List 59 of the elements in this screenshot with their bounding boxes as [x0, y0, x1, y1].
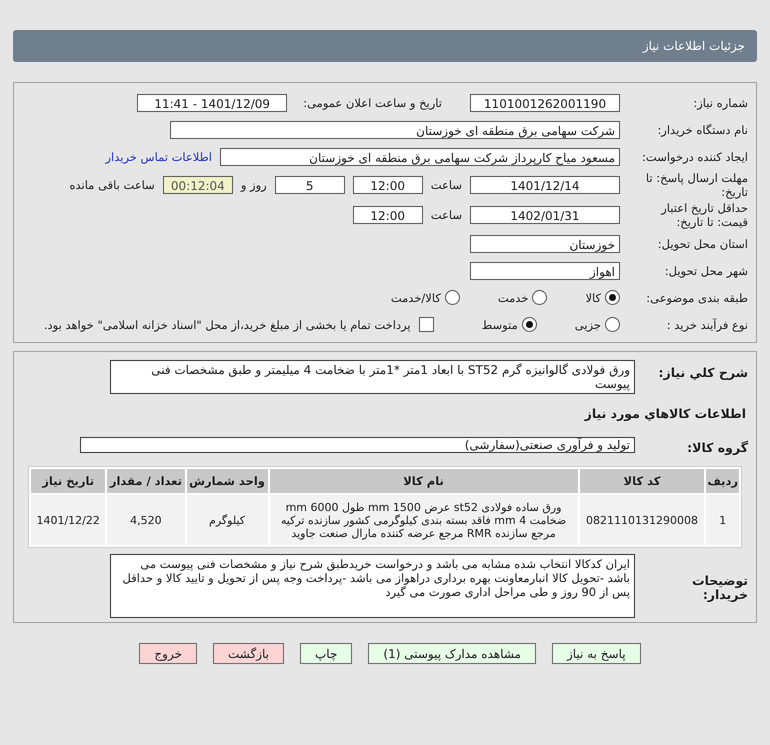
- action-button[interactable]: پاسخ به نیاز: [552, 643, 641, 664]
- time-label: ساعت: [430, 208, 462, 222]
- remaining-time-field: 00:12:04: [162, 176, 233, 194]
- field-label: گروه کالا:: [686, 438, 748, 454]
- buyer-field: شرکت سهامی برق منطقه ای خوزستان: [170, 120, 620, 138]
- field-label: شهر محل تحویل:: [664, 264, 748, 278]
- action-button[interactable]: مشاهده مدارک پیوستی (1): [368, 643, 536, 664]
- column-header: واحد شمارش: [186, 469, 268, 493]
- payment-checkbox[interactable]: [418, 317, 434, 332]
- deadline-date-field: 1401/12/14: [470, 176, 620, 194]
- category-radio[interactable]: کالا: [585, 290, 620, 305]
- field-label: مهلت ارسال پاسخ: تا تاریخ:: [644, 171, 748, 199]
- creator-field: مسعود میاح کارپرداز شرکت سهامی برق منطقه ای خوزستان: [220, 148, 620, 166]
- remaining-label: ساعت باقی مانده: [70, 178, 155, 192]
- field-label: حداقل تاریخ اعتبار قیمت: تا تاریخ:: [660, 201, 748, 229]
- deadline-time-field: 12:00: [352, 176, 423, 194]
- field-label: استان محل تحویل:: [656, 236, 748, 250]
- field-label: طبقه بندی موضوعی:: [645, 290, 748, 304]
- need-number-field: 1101001262001190: [470, 94, 620, 112]
- page-title: جزئیات اطلاعات نیاز: [642, 39, 745, 53]
- purchase-type-radio[interactable]: جزیی: [574, 317, 620, 332]
- table-cell: 0821110131290008: [580, 495, 704, 545]
- field-label: شماره نیاز:: [692, 96, 748, 110]
- province-field: خوزستان: [470, 234, 620, 252]
- column-header: نام کالا: [270, 469, 578, 493]
- table-cell: 4,520: [107, 495, 184, 545]
- column-header: ردیف: [706, 469, 739, 493]
- column-header: تعداد / مقدار: [107, 469, 184, 493]
- time-label: ساعت: [430, 178, 462, 192]
- payment-label: پرداخت تمام یا بخشی از مبلغ خرید،از محل "اسناد خزانه اسلامی" خواهد بود.: [44, 318, 411, 332]
- action-button[interactable]: بازگشت: [213, 643, 284, 664]
- column-header: تاریخ نیاز: [31, 469, 106, 493]
- field-label: تاریخ و ساعت اعلان عمومی:: [303, 96, 442, 110]
- buyer-notes-box: ایران کدکالا انتخاب شده مشابه می باشد و درخواست خریدطبق شرح نیاز و مشخصات فنی پیوست می باشد -تحویل کالا انبارمعاونت بهره برداری دراهواز می باشد -پرداخت وجه پس از تحویل و تایید کالا و حداقل پس از 90 روز و طی مراحل اداری صورت می گیرد: [110, 554, 635, 618]
- column-header: کد کالا: [580, 469, 704, 493]
- field-label: نام دستگاه خریدار:: [656, 122, 748, 136]
- validity-time-field: 12:00: [352, 206, 423, 224]
- table-cell: 1401/12/22: [31, 495, 106, 545]
- action-button[interactable]: چاپ: [300, 643, 352, 664]
- buyer-contact-link[interactable]: اطلاعات تماس خریدار: [105, 150, 212, 164]
- category-radio[interactable]: خدمت: [498, 290, 548, 305]
- action-button[interactable]: خروج: [139, 643, 197, 664]
- section-heading: اطلاعات كالاهاي مورد نياز: [583, 405, 747, 423]
- table-cell: کیلوگرم: [186, 495, 268, 545]
- goods-group-field: تولید و فرآوری صنعتی(سفارشی): [80, 436, 635, 452]
- table-cell: ورق ساده فولادی st52 عرض 1500 mm طول 6000 mm ضخامت 4 mm فاقد بسته بندی کیلوگرمی کشور سازنده ترکیه مرجع سازنده RMR مرجع عرضه کننده مارال صنعت جاوید: [270, 495, 578, 545]
- table-cell: 1: [706, 495, 739, 545]
- announce-date-field: 1401/12/09 - 11:41: [137, 94, 288, 112]
- field-label: ایجاد کننده درخواست:: [641, 150, 748, 164]
- days-label: روز و: [240, 178, 267, 192]
- field-label: شرح کلي نياز:: [658, 364, 748, 380]
- field-label: نوع فرآیند خرید :: [666, 318, 748, 332]
- city-field: اهواز: [470, 262, 620, 280]
- purchase-type-radio[interactable]: متوسط: [482, 317, 537, 332]
- validity-date-field: 1402/01/31: [470, 206, 620, 224]
- days-field: 5: [274, 176, 345, 194]
- summary-box: ورق فولادی گالوانیزه گرم ST52 با ابعاد 1متر *1متر با ضخامت 4 میلیمتر و طبق مشخصات فنی پیوست: [110, 360, 635, 394]
- field-label: توضیحات خریدار:: [691, 572, 748, 602]
- category-radio[interactable]: کالا/خدمت: [390, 290, 460, 305]
